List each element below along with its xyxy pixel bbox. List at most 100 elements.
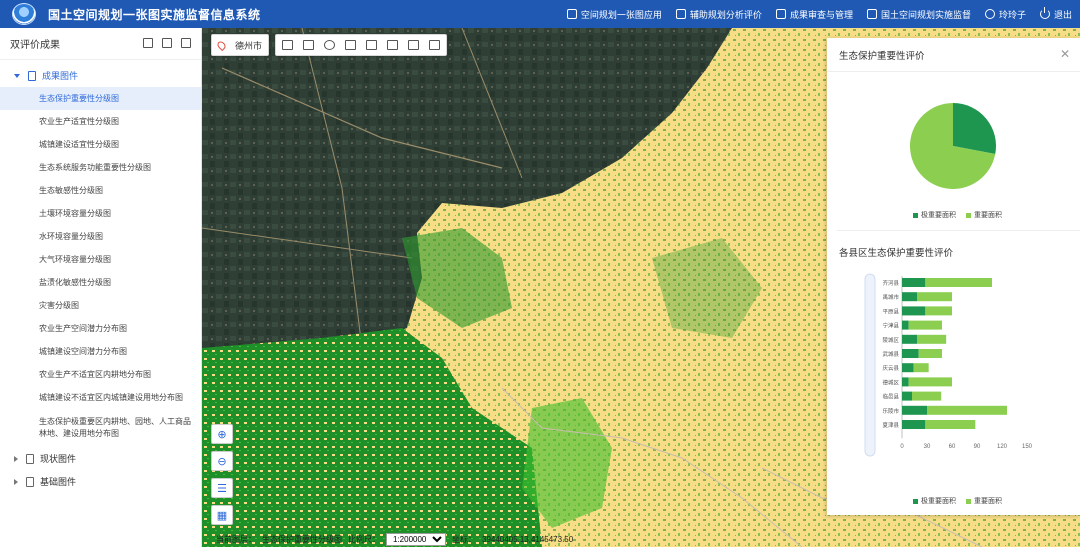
x-tick-label: 120 bbox=[997, 444, 1008, 450]
tree-item[interactable]: 盐渍化敏感性分级图 bbox=[0, 271, 201, 294]
x-tick-label: 150 bbox=[1022, 444, 1033, 450]
tree-item[interactable]: 城镇建设适宜性分级图 bbox=[0, 133, 201, 156]
tree-item[interactable]: 农业生产空间潜力分布图 bbox=[0, 317, 201, 340]
legend-swatch bbox=[966, 498, 971, 504]
info-icon[interactable] bbox=[324, 40, 336, 50]
trash-icon[interactable] bbox=[429, 40, 441, 50]
nav-supervision[interactable]: 国土空间规划实施监督 bbox=[866, 8, 971, 21]
scale-label: 比例尺： bbox=[348, 534, 380, 544]
file-icon bbox=[26, 476, 34, 487]
caret-down-icon bbox=[14, 73, 20, 78]
tree-item[interactable]: 大气环境容量分级图 bbox=[0, 248, 201, 271]
category-label: 武城县 bbox=[882, 350, 899, 358]
x-tick-label: 60 bbox=[949, 444, 956, 450]
category-label: 禹城市 bbox=[882, 293, 899, 301]
category-label: 平原县 bbox=[882, 308, 899, 315]
x-tick-label: 30 bbox=[924, 444, 931, 450]
tools-icon[interactable] bbox=[345, 40, 357, 50]
city-label: 德州市 bbox=[235, 40, 263, 51]
legend-item-light: 重要面积 bbox=[966, 496, 1002, 506]
panel-divider bbox=[837, 230, 1080, 231]
zoom-out-button[interactable]: ⊖ bbox=[211, 451, 233, 471]
section-title: 各县区生态保护重要性评价 bbox=[839, 248, 954, 259]
zoom-in-icon: ⊕ bbox=[217, 428, 227, 441]
layers-icon[interactable] bbox=[408, 40, 420, 50]
review-icon bbox=[775, 9, 786, 19]
tree-item[interactable]: 灾害分级图 bbox=[0, 294, 201, 317]
bar-important bbox=[917, 334, 947, 344]
close-icon[interactable]: ✕ bbox=[1060, 47, 1070, 61]
coord-value: 39440405.13,4145473.50 bbox=[482, 534, 574, 544]
nav-review[interactable]: 成果审查与管理 bbox=[775, 8, 853, 21]
tree-item[interactable]: 水环境容量分级图 bbox=[0, 225, 201, 248]
sidebar: 双评价成果 成果图件 生态保护重要性分级图 农业生产适宜性分级图 城镇建设适宜性… bbox=[0, 28, 202, 547]
sidebar-header: 双评价成果 bbox=[0, 28, 201, 60]
top-nav: 空间规划一张图应用 辅助规划分析评价 成果审查与管理 国土空间规划实施监督 玲玲… bbox=[566, 0, 1072, 28]
grid-icon: ▦ bbox=[216, 509, 228, 522]
tree-item[interactable]: 生态保护极重要区内耕地、园地、人工商品林地、建设用地分布图 bbox=[0, 409, 201, 447]
tree-item[interactable]: 城镇建设不适宜区内城镇建设用地分布图 bbox=[0, 386, 201, 409]
grid-button[interactable]: ▦ bbox=[211, 505, 233, 525]
grid-icon[interactable] bbox=[181, 38, 191, 48]
category-label: 夏津县 bbox=[882, 422, 899, 429]
tree-group-current[interactable]: 现状图件 bbox=[0, 447, 201, 470]
nav-analysis[interactable]: 辅助规划分析评价 bbox=[675, 8, 762, 21]
legend-swatch bbox=[913, 212, 918, 218]
bar-important bbox=[927, 405, 1007, 415]
nav-logout[interactable]: 退出 bbox=[1039, 7, 1072, 21]
image-icon[interactable] bbox=[143, 38, 153, 48]
category-label: 陵城区 bbox=[882, 336, 899, 344]
layer-label: 当前图层： bbox=[216, 534, 256, 544]
coord-label: 坐标： bbox=[452, 534, 476, 544]
tree-item-ecology-importance[interactable]: 生态保护重要性分级图 bbox=[0, 87, 201, 110]
bar-extreme bbox=[902, 292, 917, 302]
tree-item[interactable]: 农业生产适宜性分级图 bbox=[0, 110, 201, 133]
bar-important bbox=[918, 349, 942, 358]
measure-icon[interactable] bbox=[282, 40, 294, 50]
tree-item[interactable]: 城镇建设空间潜力分布图 bbox=[0, 340, 201, 363]
tree-group-results[interactable]: 成果图件 bbox=[0, 64, 201, 87]
tree-item[interactable]: 生态系统服务功能重要性分级图 bbox=[0, 156, 201, 179]
zoom-in-button[interactable]: ⊕ bbox=[211, 424, 233, 444]
pie-legend: 极重要面积 重要面积 bbox=[913, 210, 1002, 220]
bar-extreme bbox=[902, 334, 917, 344]
tree-item[interactable]: 农业生产不适宜区内耕地分布图 bbox=[0, 363, 201, 386]
nav-user[interactable]: 玲玲子 bbox=[984, 8, 1026, 21]
pie-chart bbox=[910, 103, 996, 189]
layer-name: 生态保护重要性分级图 bbox=[262, 534, 342, 544]
list-button[interactable]: ☰ bbox=[211, 478, 233, 498]
file-icon bbox=[28, 70, 36, 81]
city-selector[interactable]: 德州市 bbox=[211, 34, 270, 56]
bar-important bbox=[912, 391, 942, 401]
app-header: 国土空间规划一张图实施监督信息系统 空间规划一张图应用 辅助规划分析评价 成果审… bbox=[0, 0, 1080, 28]
app-title: 国土空间规划一张图实施监督信息系统 bbox=[48, 7, 261, 22]
x-tick-label: 90 bbox=[974, 444, 981, 450]
tree-item[interactable]: 土壤环境容量分级图 bbox=[0, 202, 201, 225]
supervision-icon bbox=[866, 9, 877, 19]
export-icon[interactable] bbox=[162, 38, 172, 48]
nav-spatial-planning[interactable]: 空间规划一张图应用 bbox=[566, 8, 662, 21]
sidebar-title: 双评价成果 bbox=[10, 40, 60, 51]
bar-extreme bbox=[902, 320, 909, 330]
tree-group-base[interactable]: 基础图件 bbox=[0, 470, 201, 493]
tree-item[interactable]: 生态敏感性分级图 bbox=[0, 179, 201, 202]
scale-select[interactable]: 1:200000 bbox=[386, 532, 446, 546]
map-toolbar: 德州市 bbox=[211, 34, 448, 56]
bar-extreme bbox=[902, 420, 926, 429]
legend-item-light: 重要面积 bbox=[966, 210, 1002, 220]
sidebar-tools bbox=[143, 38, 191, 48]
chart-scrollbar[interactable] bbox=[864, 273, 876, 457]
bar-extreme bbox=[902, 377, 909, 387]
pointer-icon[interactable] bbox=[303, 40, 315, 50]
tool-group bbox=[275, 34, 448, 56]
category-label: 齐河县 bbox=[882, 279, 899, 287]
bar-extreme bbox=[902, 363, 914, 373]
bar-extreme bbox=[902, 278, 926, 287]
logo-icon bbox=[12, 3, 36, 25]
bar-chart: 齐河县禹城市平原县宁津县陵城区武城县庆云县德城区临邑县乐陵市夏津县 0 30 60 90… bbox=[864, 273, 1033, 457]
fullscreen-icon[interactable] bbox=[387, 40, 399, 50]
panel-title: 生态保护重要性评价 bbox=[827, 38, 1080, 72]
user-icon bbox=[984, 9, 995, 19]
bar-important bbox=[925, 306, 952, 316]
split-view-icon[interactable] bbox=[366, 40, 378, 50]
